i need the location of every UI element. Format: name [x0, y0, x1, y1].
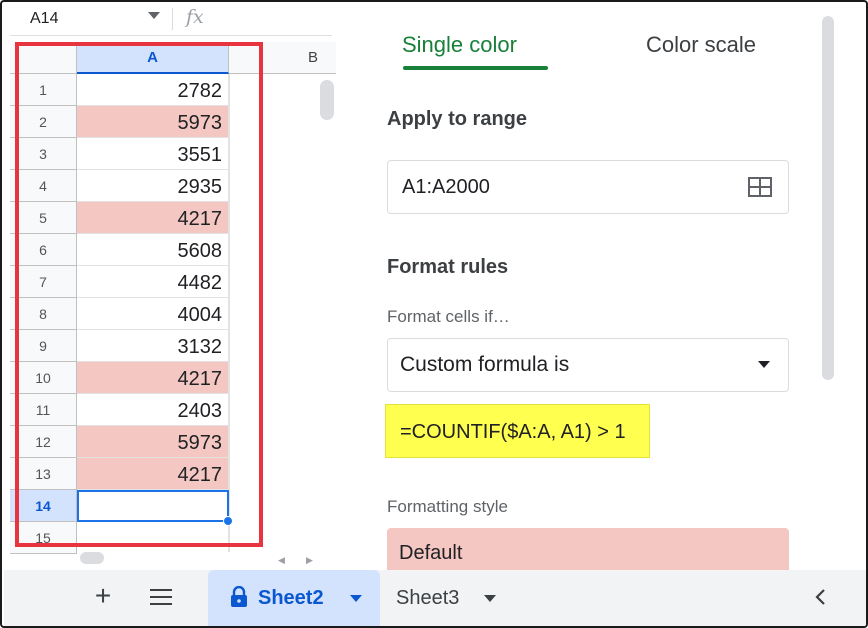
row-header[interactable]: 12 [10, 426, 77, 458]
cell[interactable]: 4217 [77, 202, 229, 234]
cell[interactable]: 5973 [77, 106, 229, 138]
fill-handle[interactable] [223, 516, 233, 526]
spreadsheet-grid: A B 1 2782 2 5973 3 3551 4 2935 5 4217 6 5608 7 4482 8… [10, 42, 336, 570]
plus-icon[interactable]: + [90, 580, 116, 612]
menu-icon[interactable] [150, 589, 172, 610]
row-header[interactable]: 9 [10, 330, 77, 362]
row-header[interactable]: 11 [10, 394, 77, 426]
tab-sheet2[interactable]: Sheet2 [208, 570, 380, 626]
row-header[interactable]: 6 [10, 234, 77, 266]
tab-single-color[interactable]: Single color [402, 32, 517, 58]
vertical-scrollbar[interactable] [328, 74, 336, 552]
apply-range-label: Apply to range [387, 108, 528, 130]
select-all-corner[interactable] [10, 42, 77, 74]
row-header[interactable]: 8 [10, 298, 77, 330]
cell[interactable]: 5973 [77, 426, 229, 458]
cell[interactable]: 2935 [77, 170, 229, 202]
select-range-icon[interactable] [748, 177, 772, 197]
format-rules-heading: Format rules [387, 256, 509, 278]
custom-formula-input[interactable]: =COUNTIF($A:A, A1) > 1 [385, 404, 650, 458]
name-box-value: A14 [30, 10, 59, 27]
chevron-down-icon [758, 361, 770, 368]
row-header[interactable]: 14 [10, 490, 77, 522]
range-value: A1:A2000 [402, 176, 490, 198]
row-header[interactable]: 13 [10, 458, 77, 490]
tab-color-scale[interactable]: Color scale [646, 32, 756, 58]
panel-scrollbar[interactable] [822, 16, 834, 380]
sheet-tab-bar: + Sheet2 Sheet3 [4, 570, 866, 626]
cell[interactable]: 3551 [77, 138, 229, 170]
row-header[interactable]: 4 [10, 170, 77, 202]
lock-icon [231, 586, 247, 607]
formatting-style-label: Formatting style [387, 497, 508, 516]
format-cells-if-label: Format cells if… [387, 307, 510, 326]
active-tab-indicator [403, 66, 548, 70]
column-header-b[interactable]: B [229, 42, 336, 74]
divider [172, 8, 173, 30]
row-header[interactable]: 7 [10, 266, 77, 298]
sheet-tab-label: Sheet2 [258, 587, 324, 609]
fx-icon: fx [186, 6, 204, 28]
formula-value: =COUNTIF($A:A, A1) > 1 [400, 421, 626, 443]
tab-sheet3[interactable]: Sheet3 [380, 570, 510, 626]
chevron-down-icon[interactable] [148, 12, 160, 19]
conditional-format-panel [360, 10, 840, 570]
name-box[interactable]: A14 [20, 6, 166, 30]
cell[interactable]: 4482 [77, 266, 229, 298]
horizontal-scrollbar[interactable] [77, 552, 336, 570]
style-value: Default [399, 542, 463, 564]
row-header[interactable]: 3 [10, 138, 77, 170]
cell[interactable]: 2782 [77, 74, 229, 106]
app-window: A14 fx A B 1 2782 2 5973 3 3551 4 2935 5 4217 6 560… [0, 0, 868, 628]
formatting-style-dropdown[interactable]: Default [387, 528, 789, 576]
row-header[interactable]: 15 [10, 522, 77, 554]
sheet-tab-label: Sheet3 [396, 587, 460, 609]
condition-value: Custom formula is [400, 353, 570, 376]
chevron-down-icon[interactable] [484, 595, 496, 602]
range-input[interactable]: A1:A2000 [387, 160, 789, 214]
cell[interactable]: 4004 [77, 298, 229, 330]
row-header[interactable]: 5 [10, 202, 77, 234]
chevron-left-icon[interactable] [814, 588, 826, 606]
row-header[interactable]: 1 [10, 74, 77, 106]
formula-bar: A14 fx [10, 2, 332, 36]
horizontal-scroll-thumb[interactable] [80, 552, 104, 564]
column-header-a[interactable]: A [77, 42, 229, 74]
cell[interactable]: 4217 [77, 362, 229, 394]
row-header[interactable]: 10 [10, 362, 77, 394]
chevron-down-icon[interactable] [350, 595, 362, 602]
cell[interactable]: 3132 [77, 330, 229, 362]
scroll-left-icon[interactable]: ◀ [278, 555, 285, 566]
row-header[interactable]: 2 [10, 106, 77, 138]
cell[interactable]: 4217 [77, 458, 229, 490]
active-cell[interactable] [77, 490, 229, 522]
cell[interactable]: 2403 [77, 394, 229, 426]
cell[interactable]: 5608 [77, 234, 229, 266]
vertical-scroll-thumb[interactable] [320, 80, 334, 120]
cell[interactable] [77, 522, 229, 554]
condition-dropdown[interactable]: Custom formula is [387, 338, 789, 392]
column-divider [229, 74, 230, 552]
scroll-right-icon[interactable]: ▶ [306, 555, 313, 566]
